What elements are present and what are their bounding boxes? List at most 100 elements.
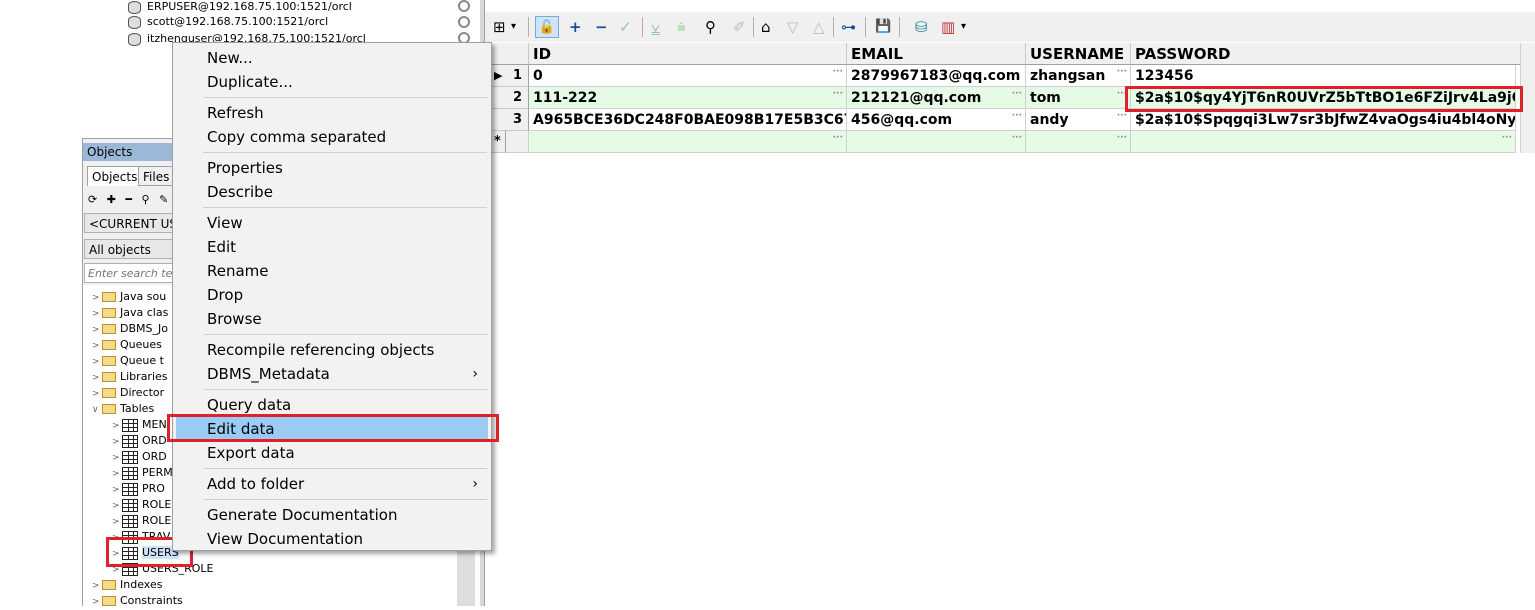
- chevron-right-icon: >: [92, 341, 100, 351]
- menu-item-rename[interactable]: Rename: [176, 259, 488, 283]
- connection-item[interactable]: ERPUSER@192.168.75.100:1521/orcl: [128, 0, 352, 14]
- menu-item-describe[interactable]: Describe: [176, 180, 488, 204]
- chevron-down-icon[interactable]: ▾: [511, 16, 516, 38]
- tree-table[interactable]: > ORD: [112, 433, 167, 449]
- tab-files[interactable]: Files: [138, 166, 175, 186]
- ellipsis-icon[interactable]: ···: [833, 87, 843, 105]
- tree-folder[interactable]: > Java clas: [92, 305, 168, 321]
- ellipsis-icon[interactable]: ···: [1012, 87, 1022, 105]
- table-icon: [122, 482, 138, 496]
- chevron-right-icon: >: [112, 437, 120, 447]
- tree-table[interactable]: > ROLE: [112, 513, 171, 529]
- menu-item-refresh[interactable]: Refresh: [176, 101, 488, 125]
- tree-table[interactable]: > ORD: [112, 449, 167, 465]
- cell-password[interactable]: 123456: [1131, 65, 1516, 87]
- menu-item-generate-documentation[interactable]: Generate Documentation: [176, 503, 488, 527]
- save-icon[interactable]: 💾: [875, 16, 891, 38]
- tree-table[interactable]: > ROLE: [112, 497, 171, 513]
- tree-folder[interactable]: > Director: [92, 385, 164, 401]
- objects-toolbar[interactable]: ⟳ ✚ ━ ⚲ ✎: [88, 193, 171, 206]
- chart-icon[interactable]: ▥: [941, 16, 955, 38]
- clear-icon[interactable]: ✐: [733, 16, 746, 38]
- column-header-password[interactable]: PASSWORD: [1131, 43, 1532, 65]
- folder-icon: [102, 580, 116, 590]
- table-icon: [122, 450, 138, 464]
- connection-item[interactable]: scott@192.168.75.100:1521/orcl: [128, 15, 328, 29]
- menu-item-view-documentation[interactable]: View Documentation: [176, 527, 488, 551]
- row-header[interactable]: ▶ 1: [490, 65, 529, 87]
- tree-folder[interactable]: > Queue t: [92, 353, 164, 369]
- ellipsis-icon[interactable]: ···: [833, 65, 843, 83]
- cell-new-username[interactable]: ···: [1026, 131, 1131, 153]
- tree-folder-tables[interactable]: ∨ Tables: [92, 401, 154, 417]
- find-icon[interactable]: ⚲: [705, 16, 716, 38]
- menu-item-view[interactable]: View: [176, 211, 488, 235]
- menu-item-new[interactable]: New...: [176, 46, 488, 70]
- link-icon[interactable]: ⊶: [841, 16, 856, 38]
- menu-item-copy-comma-separated[interactable]: Copy comma separated: [176, 125, 488, 149]
- ellipsis-icon[interactable]: ···: [1502, 131, 1512, 149]
- cell-username[interactable]: andy ···: [1026, 109, 1131, 131]
- cell-new-email[interactable]: ···: [847, 131, 1026, 153]
- search-icon[interactable]: [458, 16, 470, 28]
- cell-id[interactable]: 111-222 ···: [529, 87, 847, 109]
- tree-table[interactable]: > MEN: [112, 417, 167, 433]
- post-icon[interactable]: ✓: [619, 16, 632, 38]
- cell-username[interactable]: tom ···: [1026, 87, 1131, 109]
- menu-item-drop[interactable]: Drop: [176, 283, 488, 307]
- column-header-email[interactable]: EMAIL: [847, 43, 1026, 65]
- tree-folder[interactable]: > Queues: [92, 337, 162, 353]
- sort-asc-icon[interactable]: ▽: [787, 16, 799, 38]
- column-header-username[interactable]: USERNAME: [1026, 43, 1131, 65]
- cell-id[interactable]: 0 ···: [529, 65, 847, 87]
- menu-item-recompile[interactable]: Recompile referencing objects: [176, 338, 488, 362]
- menu-item-properties[interactable]: Properties: [176, 156, 488, 180]
- cell-email[interactable]: 456@qq.com ···: [847, 109, 1026, 131]
- tab-objects[interactable]: Objects: [87, 166, 143, 186]
- tree-folder[interactable]: > Libraries: [92, 369, 168, 385]
- tree-folder[interactable]: > Indexes: [92, 577, 162, 593]
- tree-folder[interactable]: > Java sou: [92, 289, 166, 305]
- fetch-last-icon[interactable]: ⩧: [677, 16, 686, 38]
- chevron-down-icon[interactable]: ▾: [961, 16, 966, 38]
- ellipsis-icon[interactable]: ···: [1012, 109, 1022, 127]
- cell-new-password[interactable]: ···: [1131, 131, 1516, 153]
- row-header[interactable]: 2: [490, 87, 529, 109]
- grid-view-icon[interactable]: ⊞: [493, 16, 506, 38]
- lock-icon[interactable]: 🔓: [535, 16, 559, 38]
- menu-item-dbms-metadata[interactable]: DBMS_Metadata ›: [176, 362, 488, 386]
- row-header[interactable]: 3: [490, 109, 529, 131]
- tree-folder[interactable]: > Constraints: [92, 593, 183, 609]
- export-icon[interactable]: ⛁: [915, 16, 928, 38]
- tree-table[interactable]: > PRO: [112, 481, 165, 497]
- ellipsis-icon[interactable]: ···: [1117, 65, 1127, 83]
- folder-icon: [102, 292, 116, 302]
- cell-email[interactable]: 212121@qq.com ···: [847, 87, 1026, 109]
- tree-folder[interactable]: > DBMS_Jo: [92, 321, 168, 337]
- cell-username[interactable]: zhangsan ···: [1026, 65, 1131, 87]
- cell-id[interactable]: A965BCE36DC248F0BAE098B17E5B3C67: [529, 109, 847, 131]
- menu-item-add-to-folder[interactable]: Add to folder ›: [176, 472, 488, 496]
- column-header-id[interactable]: ID: [529, 43, 847, 65]
- cell-password[interactable]: $2a$10$Spqgqi3Lw7sr3bJfwZ4vaOgs4iu4bl4oN…: [1131, 109, 1516, 131]
- ellipsis-icon[interactable]: ···: [833, 131, 843, 149]
- chevron-right-icon: >: [112, 453, 120, 463]
- new-row-marker[interactable]: *: [490, 131, 506, 153]
- toolbar-separator: [753, 17, 754, 37]
- fetch-next-icon[interactable]: ⩣: [651, 16, 660, 38]
- delete-record-icon[interactable]: −: [595, 16, 608, 38]
- search-icon[interactable]: [458, 0, 470, 12]
- query-by-example-icon[interactable]: ⌂: [761, 16, 771, 38]
- add-record-icon[interactable]: +: [569, 16, 582, 38]
- cell-new-id[interactable]: ···: [529, 131, 847, 153]
- ellipsis-icon[interactable]: ···: [1117, 131, 1127, 149]
- ellipsis-icon[interactable]: ···: [1012, 131, 1022, 149]
- chevron-right-icon: >: [92, 373, 100, 383]
- menu-item-browse[interactable]: Browse: [176, 307, 488, 331]
- menu-item-duplicate[interactable]: Duplicate...: [176, 70, 488, 94]
- tree-table[interactable]: > PERM: [112, 465, 173, 481]
- menu-item-edit[interactable]: Edit: [176, 235, 488, 259]
- sort-desc-icon[interactable]: △: [813, 16, 825, 38]
- cell-email[interactable]: 2879967183@qq.com: [847, 65, 1026, 87]
- menu-item-export-data[interactable]: Export data: [176, 441, 488, 465]
